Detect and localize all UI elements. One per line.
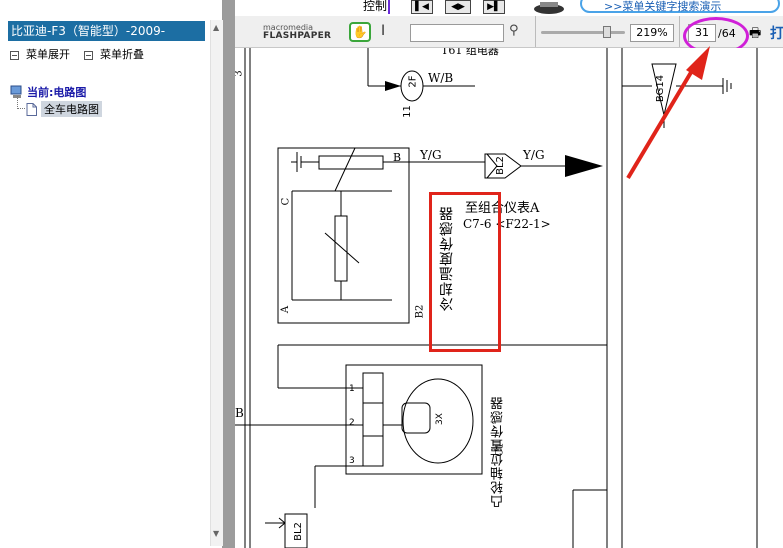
connector-2f-label: 2F: [407, 75, 419, 88]
left-panel: 比亚迪-F3（智能型）-2009- 菜单展开 菜单折叠 当前:电路图 全车电路图…: [0, 0, 223, 548]
mouse-icon: [534, 2, 564, 14]
collapse-icon: [84, 50, 93, 60]
highlight-box: [429, 192, 501, 352]
wire-wb-label: W/B: [428, 71, 454, 85]
menu-expand-button[interactable]: 菜单展开: [10, 48, 70, 62]
text-select-tool[interactable]: I: [381, 23, 385, 39]
left-scrollbar[interactable]: ▲ ▼: [210, 20, 223, 546]
left-b-label: B: [235, 406, 244, 420]
print-label[interactable]: 打: [770, 23, 783, 43]
control-label: 控制: [363, 0, 388, 13]
toolbar-separator: [535, 16, 536, 47]
scroll-up-icon[interactable]: ▲: [213, 23, 219, 32]
zoom-slider-thumb[interactable]: [603, 26, 611, 38]
hand-tool-button[interactable]: ✋: [349, 22, 371, 42]
sensor-code-c1: C1: [494, 442, 506, 457]
pin-a-label: A: [280, 305, 292, 314]
pin-c-label: C: [280, 197, 292, 206]
search-input[interactable]: [410, 24, 504, 42]
tree-line: [17, 108, 25, 110]
panel-title: 比亚迪-F3（智能型）-2009-: [8, 21, 205, 41]
pin-1-label: 1: [349, 384, 355, 394]
tree-root-label: 当前:电路图: [27, 86, 87, 99]
printer-icon: 🖶: [749, 26, 762, 41]
tree-root-item[interactable]: 当前:电路图: [10, 84, 86, 100]
tree-item-full-diagram[interactable]: 全车电路图: [26, 101, 102, 117]
pin-3-label: 3: [349, 456, 355, 466]
divider-mark: [388, 0, 390, 14]
prev-page-button[interactable]: ◀▶: [445, 0, 471, 14]
scroll-down-icon[interactable]: ▼: [213, 529, 219, 538]
text-cursor-icon: I: [381, 23, 386, 39]
pin-2-label: 2: [349, 418, 355, 428]
bottom-bl2-label: BL2: [292, 522, 304, 541]
first-page-button[interactable]: ▌◀: [411, 0, 433, 14]
menu-collapse-button[interactable]: 菜单折叠: [84, 48, 144, 62]
top-strip: 控制 ▌◀ ◀▶ ▶▌ >>菜单关键字搜索演示: [235, 0, 783, 16]
brand-line2: FLASHPAPER: [263, 31, 332, 41]
splitter[interactable]: [223, 0, 235, 548]
hand-icon: ✋: [352, 25, 368, 39]
print-button[interactable]: 🖶: [749, 24, 761, 46]
left-3-label: 3: [235, 70, 245, 76]
sensor-code-b2: B2: [414, 304, 426, 319]
search-button[interactable]: ⚲: [509, 23, 519, 38]
next-page-button[interactable]: ▶▌: [483, 0, 505, 14]
wire-yg-left-label: Y/G: [420, 148, 442, 162]
pin-11-label: 11: [401, 105, 413, 118]
flashpaper-logo: macromedia FLASHPAPER: [263, 23, 331, 41]
module-3x-label: 3X: [434, 413, 445, 425]
search-icon: ⚲: [509, 23, 519, 38]
wire-yg-right-label: Y/G: [523, 148, 545, 162]
annotation-arrow: [626, 46, 710, 180]
zoom-slider[interactable]: [541, 31, 625, 34]
connector-bl2-label: BL2: [494, 156, 506, 175]
document-icon: [26, 102, 37, 116]
menu-collapse-label: 菜单折叠: [100, 48, 144, 61]
banner-text: >>菜单关键字搜索演示: [604, 0, 722, 13]
search-demo-banner[interactable]: >>菜单关键字搜索演示: [580, 0, 780, 13]
menu-expand-label: 菜单展开: [26, 48, 70, 61]
expand-icon: [10, 50, 19, 60]
top-partial-text: T61 组电器: [441, 48, 499, 57]
tree-item-label: 全车电路图: [41, 101, 102, 117]
pin-b-label: B: [393, 151, 402, 164]
